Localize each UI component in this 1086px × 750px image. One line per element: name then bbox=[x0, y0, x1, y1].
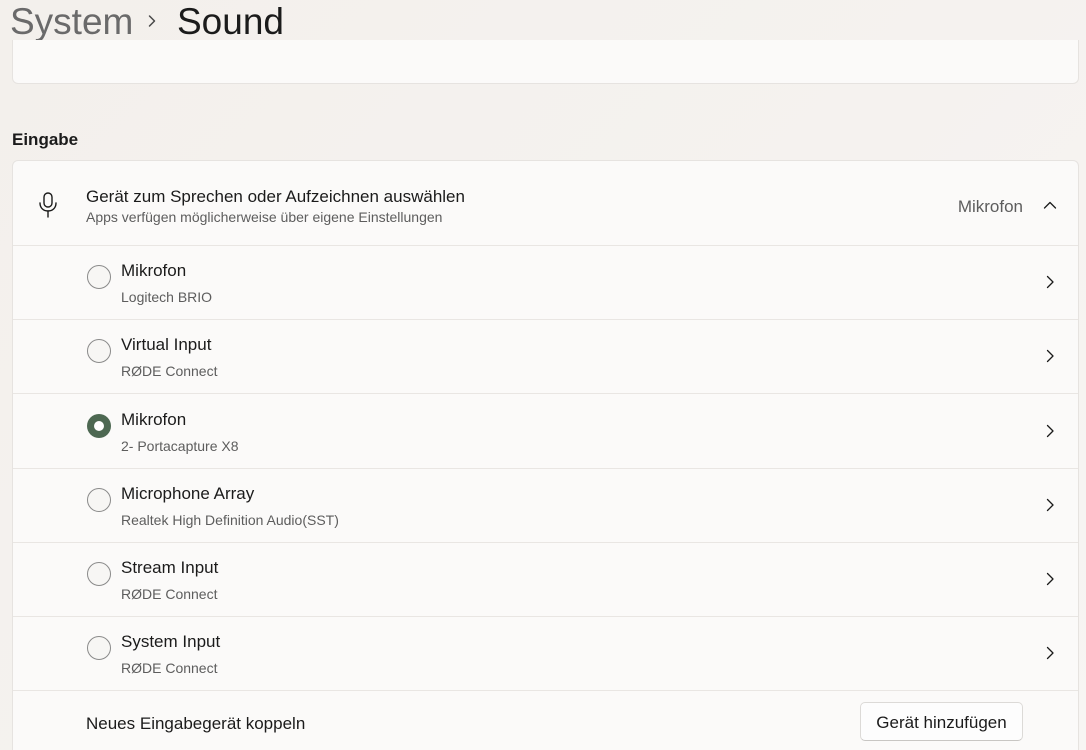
microphone-icon bbox=[39, 192, 57, 218]
chevron-up-icon[interactable] bbox=[1042, 197, 1058, 213]
device-row-mikrofon-brio[interactable]: Mikrofon Logitech BRIO bbox=[13, 246, 1078, 320]
device-name: System Input bbox=[121, 632, 221, 651]
device-detail: RØDE Connect bbox=[121, 363, 218, 379]
device-row-system-input[interactable]: System Input RØDE Connect bbox=[13, 617, 1078, 691]
chevron-right-icon bbox=[148, 15, 156, 27]
device-radio-selected[interactable] bbox=[87, 414, 111, 438]
chevron-right-icon[interactable] bbox=[1042, 645, 1058, 661]
device-radio[interactable] bbox=[87, 339, 111, 363]
device-radio[interactable] bbox=[87, 265, 111, 289]
page-title: Sound bbox=[177, 1, 284, 42]
chevron-right-icon[interactable] bbox=[1042, 497, 1058, 513]
device-name: Mikrofon bbox=[121, 261, 187, 280]
breadcrumb-system-link[interactable]: System bbox=[10, 0, 133, 44]
device-detail: 2- Portacapture X8 bbox=[121, 438, 239, 454]
section-title-input: Eingabe bbox=[12, 130, 79, 149]
device-name: Stream Input bbox=[121, 558, 219, 577]
device-detail: Realtek High Definition Audio(SST) bbox=[121, 512, 339, 528]
input-device-selector[interactable]: Gerät zum Sprechen oder Aufzeichnen ausw… bbox=[13, 161, 1078, 246]
selected-device-value: Mikrofon bbox=[957, 197, 1023, 216]
selector-title: Gerät zum Sprechen oder Aufzeichnen ausw… bbox=[86, 187, 465, 206]
device-detail: Logitech BRIO bbox=[121, 289, 213, 305]
add-device-button[interactable]: Gerät hinzufügen bbox=[860, 702, 1023, 741]
device-name: Mikrofon bbox=[121, 410, 187, 429]
input-device-card: Gerät zum Sprechen oder Aufzeichnen ausw… bbox=[12, 160, 1079, 750]
device-name: Virtual Input bbox=[121, 335, 212, 354]
selector-subtitle: Apps verfügen möglicherweise über eigene… bbox=[86, 209, 443, 225]
previous-settings-card bbox=[12, 40, 1079, 84]
device-row-mikrofon-portacapture[interactable]: Mikrofon 2- Portacapture X8 bbox=[13, 395, 1078, 469]
device-row-microphone-array[interactable]: Microphone Array Realtek High Definition… bbox=[13, 469, 1078, 543]
device-row-stream-input[interactable]: Stream Input RØDE Connect bbox=[13, 543, 1078, 617]
chevron-right-icon[interactable] bbox=[1042, 423, 1058, 439]
device-radio[interactable] bbox=[87, 636, 111, 660]
device-detail: RØDE Connect bbox=[121, 586, 218, 602]
pair-device-label: Neues Eingabegerät koppeln bbox=[86, 714, 306, 733]
device-radio[interactable] bbox=[87, 488, 111, 512]
device-radio[interactable] bbox=[87, 562, 111, 586]
chevron-right-icon[interactable] bbox=[1042, 348, 1058, 364]
device-name: Microphone Array bbox=[121, 484, 255, 503]
chevron-right-icon[interactable] bbox=[1042, 274, 1058, 290]
pair-new-device-row: Neues Eingabegerät koppeln Gerät hinzufü… bbox=[13, 691, 1078, 750]
device-row-virtual-input[interactable]: Virtual Input RØDE Connect bbox=[13, 320, 1078, 394]
chevron-right-icon[interactable] bbox=[1042, 571, 1058, 587]
device-detail: RØDE Connect bbox=[121, 660, 218, 676]
